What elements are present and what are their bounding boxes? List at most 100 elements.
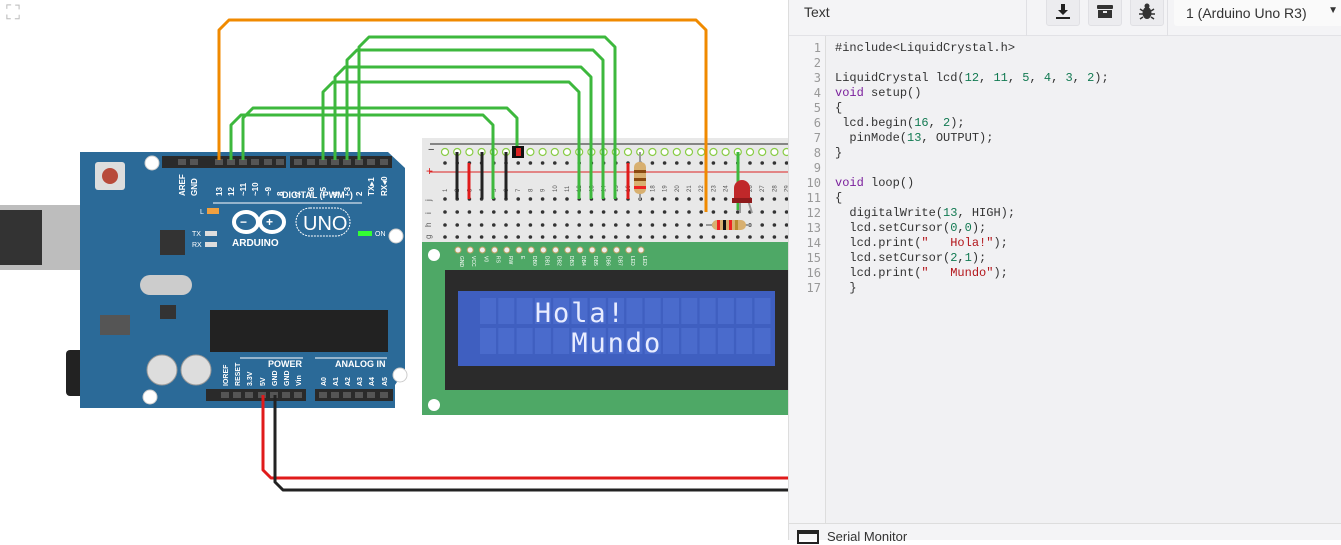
header-pin[interactable]: [276, 159, 284, 165]
breadboard-hole[interactable]: [467, 223, 472, 227]
rail-hole[interactable]: [538, 147, 547, 157]
breadboard-hole[interactable]: [492, 223, 496, 227]
breadboard-hole[interactable]: [443, 223, 447, 227]
rail-hole[interactable]: [550, 147, 559, 157]
breadboard-hole[interactable]: [601, 210, 606, 214]
header-pin[interactable]: [178, 159, 186, 165]
breadboard-hole[interactable]: [772, 210, 777, 214]
circuit-canvas[interactable]: ⛶ AREF GND 13 12 ~11 ~10 ~9 8 7 ~6 ~5 4 ~3 2 TX▸1 RX◂0 I…: [0, 0, 791, 540]
breadboard-hole[interactable]: [540, 235, 545, 239]
breadboard-hole[interactable]: [479, 210, 484, 214]
lcd-pin[interactable]: [588, 246, 596, 254]
breadboard-hole[interactable]: [687, 235, 691, 239]
breadboard-hole[interactable]: [723, 210, 728, 214]
breadboard-hole[interactable]: [565, 197, 569, 201]
breadboard-hole[interactable]: [516, 235, 520, 239]
header-pin[interactable]: [367, 392, 375, 398]
header-pin[interactable]: [282, 392, 290, 398]
breadboard-hole[interactable]: [699, 197, 703, 201]
header-pin[interactable]: [319, 392, 327, 398]
fit-view-icon[interactable]: ⛶: [6, 2, 36, 26]
breadboard-hole[interactable]: [614, 235, 618, 239]
breadboard-hole[interactable]: [565, 235, 569, 239]
breadboard-hole[interactable]: [626, 210, 630, 214]
lcd-pin[interactable]: [527, 246, 535, 254]
lcd-pin[interactable]: [478, 246, 486, 254]
rail-hole[interactable]: [562, 147, 572, 157]
lcd-pin[interactable]: [515, 246, 523, 254]
breadboard-hole[interactable]: [504, 223, 508, 227]
rail-hole[interactable]: [553, 161, 557, 165]
header-pin[interactable]: [367, 159, 375, 165]
breadboard-hole[interactable]: [772, 235, 777, 239]
breadboard-hole[interactable]: [614, 223, 618, 227]
breadboard-hole[interactable]: [650, 210, 655, 214]
header-pin[interactable]: [190, 159, 198, 165]
breadboard-hole[interactable]: [540, 197, 545, 201]
debugger-button[interactable]: [1130, 0, 1164, 26]
breadboard-hole[interactable]: [504, 210, 508, 214]
breadboard-hole[interactable]: [711, 197, 716, 201]
breadboard-hole[interactable]: [553, 210, 557, 214]
breadboard-hole[interactable]: [528, 235, 533, 239]
breadboard-hole[interactable]: [662, 197, 667, 201]
rail-hole[interactable]: [748, 161, 752, 165]
breadboard-hole[interactable]: [589, 210, 594, 214]
breadboard-hole[interactable]: [528, 210, 533, 214]
rail-hole[interactable]: [770, 147, 779, 157]
breadboard-hole[interactable]: [662, 235, 667, 239]
lcd-pin[interactable]: [503, 246, 511, 254]
breadboard-hole[interactable]: [577, 223, 581, 227]
breadboard-hole[interactable]: [528, 223, 533, 227]
code-editor[interactable]: 1 2 3 4 5 6 7 8 9 10 11 12 13 14 15 16 17 #include<Liqui…: [789, 36, 1341, 523]
breadboard-hole[interactable]: [662, 223, 667, 227]
lcd-pin[interactable]: [625, 246, 633, 254]
breadboard-hole[interactable]: [638, 235, 642, 239]
breadboard-hole[interactable]: [723, 235, 728, 239]
rail-hole[interactable]: [745, 147, 755, 157]
breadboard-hole[interactable]: [675, 210, 679, 214]
rail-hole[interactable]: [565, 161, 569, 165]
breadboard-hole[interactable]: [455, 223, 460, 227]
rail-hole[interactable]: [440, 147, 450, 157]
breadboard-hole[interactable]: [687, 210, 691, 214]
breadboard-hole[interactable]: [650, 197, 655, 201]
rail-hole[interactable]: [443, 161, 447, 165]
header-pin[interactable]: [245, 392, 253, 398]
breadboard-hole[interactable]: [711, 235, 716, 239]
breadboard-hole[interactable]: [650, 235, 655, 239]
lcd-pin[interactable]: [491, 246, 499, 254]
breadboard-hole[interactable]: [577, 235, 581, 239]
header-pin[interactable]: [380, 392, 388, 398]
breadboard-hole[interactable]: [772, 223, 777, 227]
rail-hole[interactable]: [516, 161, 520, 165]
breadboard-hole[interactable]: [553, 223, 557, 227]
breadboard-hole[interactable]: [577, 210, 581, 214]
code-mode-select[interactable]: Text: [804, 4, 830, 20]
breadboard-hole[interactable]: [687, 197, 691, 201]
breadboard-hole[interactable]: [748, 235, 752, 239]
breadboard-hole[interactable]: [516, 210, 520, 214]
rail-hole[interactable]: [672, 147, 681, 157]
rail-hole[interactable]: [660, 147, 669, 157]
header-pin[interactable]: [307, 159, 315, 165]
breadboard-hole[interactable]: [455, 210, 460, 214]
breadboard-hole[interactable]: [467, 235, 472, 239]
breadboard-hole[interactable]: [723, 197, 728, 201]
lcd-pin[interactable]: [552, 246, 560, 254]
header-pin[interactable]: [233, 392, 241, 398]
lcd-pin[interactable]: [454, 246, 462, 254]
rail-hole[interactable]: [684, 147, 694, 157]
rail-hole[interactable]: [623, 147, 633, 157]
lcd-pin[interactable]: [637, 246, 645, 254]
breadboard-hole[interactable]: [528, 197, 533, 201]
breadboard-hole[interactable]: [760, 210, 764, 214]
rail-hole[interactable]: [687, 161, 691, 165]
breadboard-hole[interactable]: [699, 210, 703, 214]
breadboard-hole[interactable]: [479, 223, 484, 227]
breadboard-hole[interactable]: [565, 210, 569, 214]
lcd-pin[interactable]: [466, 246, 474, 254]
breadboard-hole[interactable]: [675, 197, 679, 201]
breadboard-hole[interactable]: [492, 235, 496, 239]
rail-hole[interactable]: [709, 147, 718, 157]
